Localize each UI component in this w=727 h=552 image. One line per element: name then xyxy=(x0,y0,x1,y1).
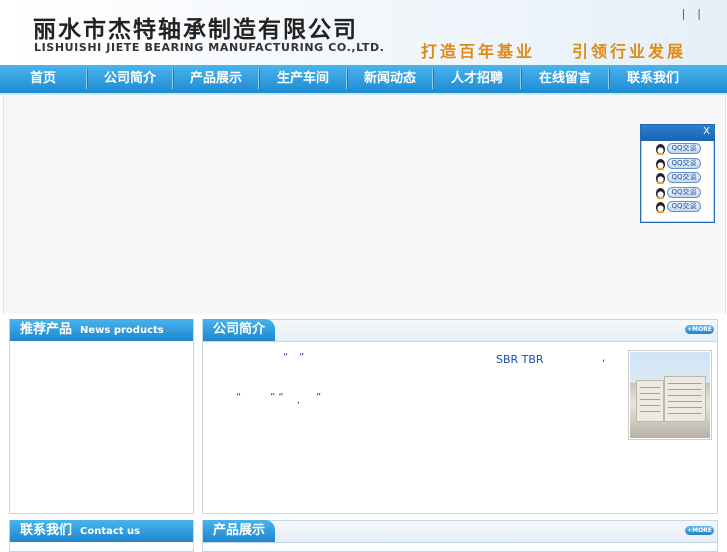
nav-guestbook[interactable]: 在线留言 xyxy=(522,65,608,93)
nav-workshop[interactable]: 生产车间 xyxy=(260,65,346,93)
nav-contact[interactable]: 联系我们 xyxy=(610,65,696,93)
qq-chat-button[interactable]: QQ交谈 xyxy=(667,186,701,198)
qq-item: QQ交谈 xyxy=(641,156,714,171)
top-link-separator[interactable]: | xyxy=(682,7,686,20)
panel-title-bar: 联系我们 Contact us xyxy=(10,520,193,542)
panel-title: 公司简介 xyxy=(203,319,276,341)
qq-penguin-icon xyxy=(656,173,665,184)
qq-chat-widget: X QQ交谈 QQ交谈 QQ交谈 QQ交谈 QQ交谈 xyxy=(640,124,715,223)
qq-item: QQ交谈 xyxy=(641,199,714,214)
qq-item: QQ交谈 xyxy=(641,170,714,185)
product-display-panel: 产品展示 +MORE xyxy=(202,520,718,552)
intro-text: ” xyxy=(299,352,305,363)
intro-text: “ xyxy=(283,352,289,363)
contact-panel: 联系我们 Contact us xyxy=(9,520,194,552)
slogan-1: 打造百年基业 xyxy=(421,42,536,61)
intro-text: ” “ xyxy=(270,392,284,403)
intro-text: , xyxy=(297,395,301,406)
panel-title: 推荐产品 xyxy=(20,322,73,337)
intro-text: ” xyxy=(316,392,322,403)
panel-header: 产品展示 +MORE xyxy=(203,520,717,543)
recommended-products-panel: 推荐产品 News products xyxy=(9,319,194,514)
intro-text: “ xyxy=(236,392,242,403)
top-link-separator[interactable]: | xyxy=(697,7,701,20)
qq-chat-button[interactable]: QQ交谈 xyxy=(667,201,701,212)
intro-text: SBR TBR xyxy=(496,353,544,366)
nav-about[interactable]: 公司简介 xyxy=(88,65,172,93)
qq-chat-button[interactable]: QQ交谈 xyxy=(667,143,701,154)
qq-penguin-icon xyxy=(656,144,665,155)
nav-news[interactable]: 新闻动态 xyxy=(348,65,432,93)
more-button[interactable]: +MORE xyxy=(685,325,714,334)
company-name-en: LISHUISHI JIETE BEARING MANUFACTURING CO… xyxy=(34,41,385,54)
qq-chat-button[interactable]: QQ交谈 xyxy=(667,157,701,169)
banner-area xyxy=(3,96,726,314)
more-button[interactable]: +MORE xyxy=(685,526,714,535)
slogan-2: 引领行业发展 xyxy=(572,42,687,61)
nav-careers[interactable]: 人才招聘 xyxy=(434,65,520,93)
building-shape xyxy=(664,376,706,422)
top-links: | | xyxy=(676,7,707,20)
panel-title-en: Contact us xyxy=(80,526,141,537)
panel-title-bar: 推荐产品 News products xyxy=(10,319,193,341)
site-header: 丽水市杰特轴承制造有限公司 LISHUISHI JIETE BEARING MA… xyxy=(0,0,727,65)
company-name-cn: 丽水市杰特轴承制造有限公司 xyxy=(33,17,358,43)
panel-header: 公司简介 +MORE xyxy=(203,319,717,342)
qq-penguin-icon xyxy=(656,158,665,170)
factory-building-image xyxy=(630,352,710,438)
qq-item: QQ交谈 xyxy=(641,141,714,156)
qq-item: QQ交谈 xyxy=(641,185,714,200)
main-nav: 首页 公司简介 产品展示 生产车间 新闻动态 人才招聘 在线留言 联系我们 xyxy=(0,65,727,95)
panel-title: 联系我们 xyxy=(20,523,73,538)
intro-text: , xyxy=(602,353,606,364)
nav-products[interactable]: 产品展示 xyxy=(174,65,258,93)
company-photo xyxy=(628,350,712,440)
qq-penguin-icon xyxy=(656,202,665,213)
qq-chat-button[interactable]: QQ交谈 xyxy=(667,172,701,183)
panel-title: 产品展示 xyxy=(203,520,276,542)
panel-title-en: News products xyxy=(80,325,164,336)
nav-home[interactable]: 首页 xyxy=(0,65,86,93)
qq-widget-titlebar: X xyxy=(641,125,714,141)
building-shape xyxy=(636,380,664,422)
close-button[interactable]: X xyxy=(703,126,710,137)
qq-penguin-icon xyxy=(656,187,665,199)
